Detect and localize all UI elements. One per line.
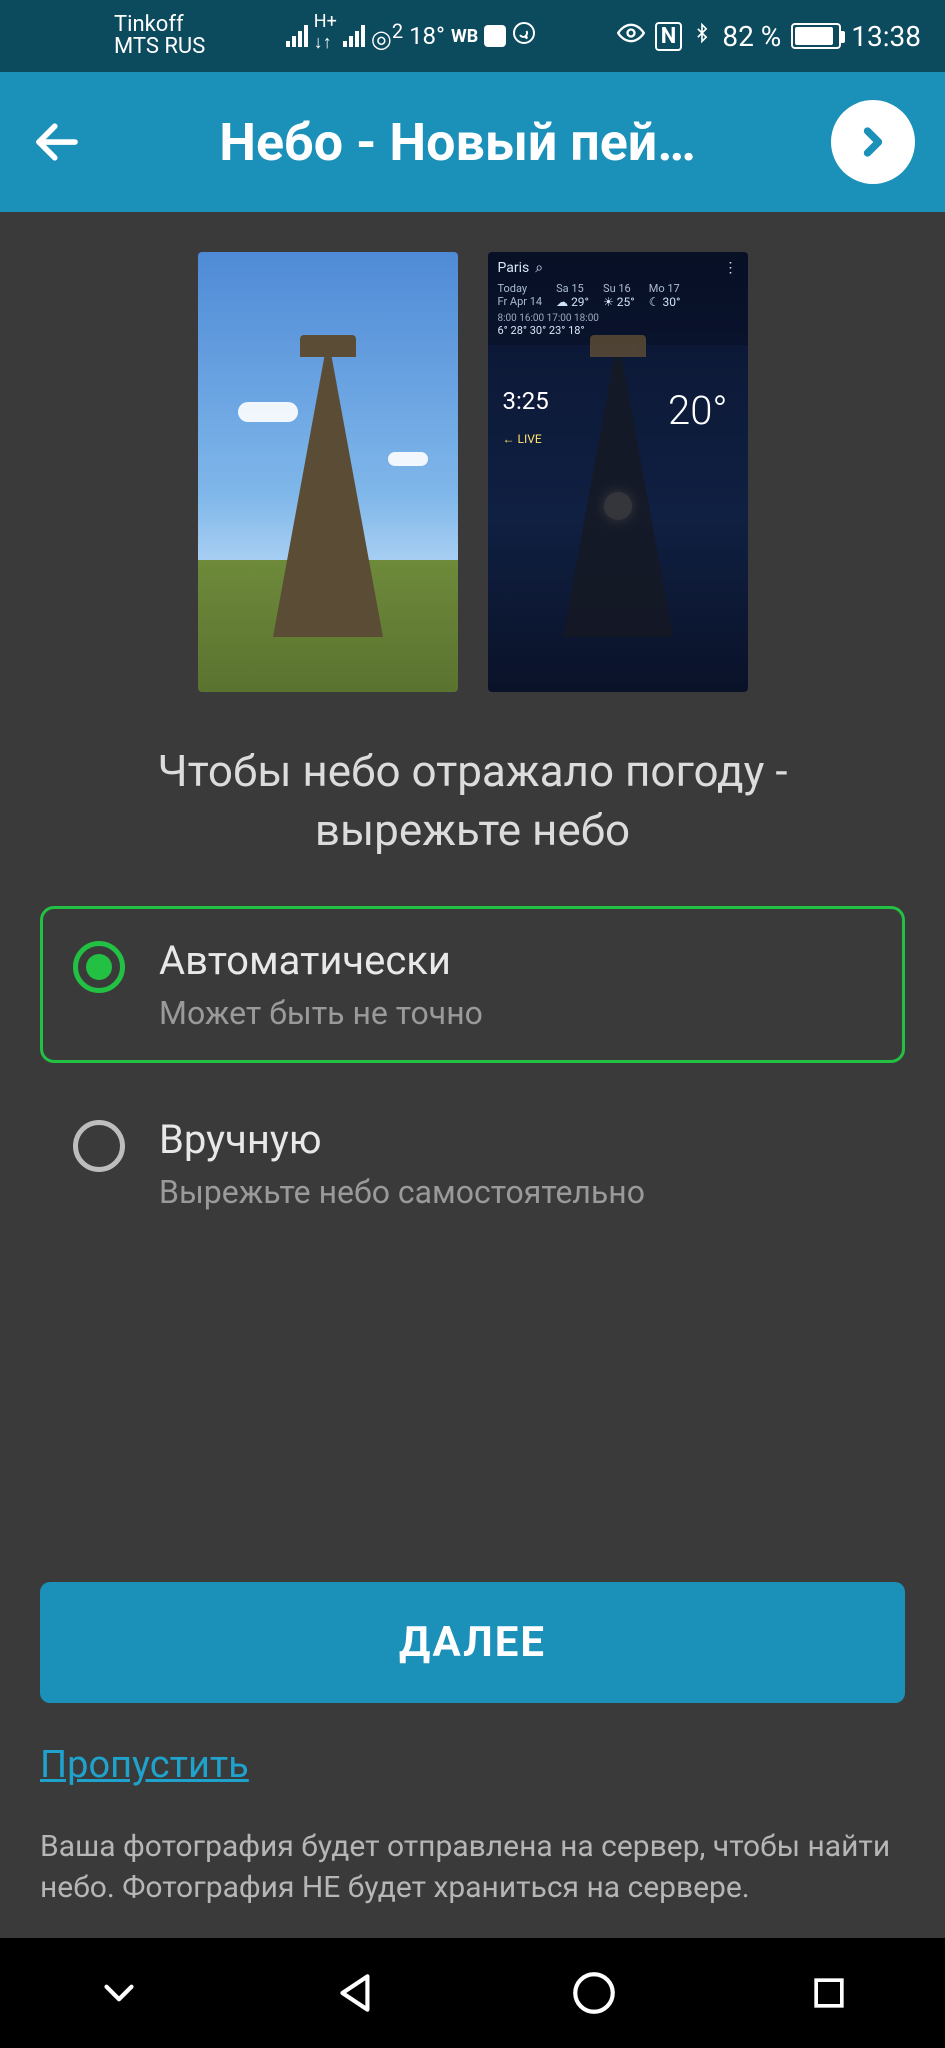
app-icon <box>484 25 506 47</box>
hotspot-icon: ◎2 <box>371 19 403 53</box>
app-bar: Небо - Новый пей… <box>0 72 945 212</box>
system-nav-bar <box>0 1938 945 2048</box>
preview-images: Paris ⌕⋮ TodayFr Apr 14 Sa 15☁ 29° Su 16… <box>40 252 905 692</box>
option-manual[interactable]: Вручную Вырежьте небо самостоятельно <box>40 1085 905 1242</box>
wb-badge: WB <box>451 26 478 47</box>
page-title: Небо - Новый пей… <box>114 112 801 173</box>
preview-weather-overlay: Paris ⌕⋮ TodayFr Apr 14 Sa 15☁ 29° Su 16… <box>488 252 748 692</box>
instruction-text: Чтобы небо отражало погоду - вырежьте не… <box>40 742 905 861</box>
radio-icon <box>73 941 125 993</box>
bluetooth-icon <box>692 19 712 54</box>
nav-recent[interactable] <box>807 1971 851 2015</box>
skip-link[interactable]: Пропустить <box>40 1743 905 1787</box>
carrier-label: Tinkoff MTS RUS <box>114 14 205 58</box>
radio-icon <box>73 1120 125 1172</box>
battery-percent: 82 % <box>722 20 781 53</box>
status-bar: Tinkoff MTS RUS H+↓↑ ◎2 18° WB N 82 % <box>0 0 945 72</box>
clock: 13:38 <box>851 20 921 53</box>
disclaimer-text: Ваша фотография будет отправлена на серв… <box>40 1827 905 1908</box>
nav-home[interactable] <box>569 1968 619 2018</box>
nfc-icon: N <box>655 22 683 51</box>
back-button[interactable] <box>30 115 84 169</box>
nav-hide-keyboard[interactable] <box>94 1968 144 2018</box>
preview-original <box>198 252 458 692</box>
option-title: Автоматически <box>159 937 483 984</box>
option-subtitle: Может быть не точно <box>159 994 483 1032</box>
signal-icon-2 <box>343 25 365 47</box>
battery-icon <box>791 23 841 49</box>
temp-indicator: 18° <box>409 22 445 50</box>
option-subtitle: Вырежьте небо самостоятельно <box>159 1173 645 1211</box>
nav-back[interactable] <box>332 1968 382 2018</box>
search-icon: ⌕ <box>535 260 543 276</box>
status-center-icons: H+↓↑ ◎2 18° WB <box>286 15 536 57</box>
status-right: N 82 % 13:38 <box>617 19 921 54</box>
forward-button[interactable] <box>831 100 915 184</box>
option-title: Вручную <box>159 1116 645 1163</box>
signal-icon <box>286 25 308 47</box>
next-button[interactable]: ДАЛЕЕ <box>40 1582 905 1703</box>
whatsapp-icon <box>512 21 536 51</box>
option-automatic[interactable]: Автоматически Может быть не точно <box>40 906 905 1063</box>
eye-icon <box>617 19 645 54</box>
content-area: Paris ⌕⋮ TodayFr Apr 14 Sa 15☁ 29° Su 16… <box>0 212 945 1938</box>
